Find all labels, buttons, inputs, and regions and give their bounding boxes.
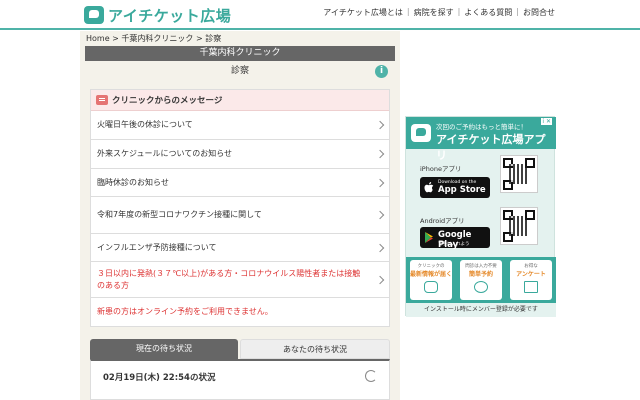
ad-choices-icon[interactable]: i ✕: [541, 118, 552, 125]
message-item[interactable]: 臨時休診のお知らせ: [91, 169, 389, 197]
nav-contact-link[interactable]: お問合せ: [523, 7, 555, 18]
app-advertisement[interactable]: 次回のご予約はもっと簡単に！ アイチケット広場アプリ i ✕ iPhoneアプリ…: [405, 116, 556, 317]
logo-mark-icon: [84, 6, 104, 24]
google-play-icon: [425, 232, 433, 243]
chevron-right-icon: [375, 275, 385, 284]
message-item-text: 火曜日午後の休診について: [97, 120, 193, 129]
apple-icon: [424, 182, 434, 193]
feature-booking: 問診は入力不要 簡単予約: [460, 260, 502, 300]
message-item[interactable]: 外来スケジュールについてのお知らせ: [91, 140, 389, 169]
site-header: アイチケット広場 アイチケット広場とは | 病院を探す | よくある質問 | お…: [0, 0, 640, 30]
tab-my-status[interactable]: あなたの待ち状況: [240, 339, 390, 359]
ios-qr-code: [500, 155, 538, 193]
top-nav: アイチケット広場とは | 病院を探す | よくある質問 | お問合せ: [323, 7, 555, 18]
wait-status-panel: 02月19日(木) 22:54の状況: [90, 359, 390, 400]
message-item[interactable]: インフルエンザ予防接種について: [91, 234, 389, 262]
clinic-messages-panel: クリニックからのメッセージ 火曜日午後の休診について 外来スケジュールについての…: [90, 89, 390, 327]
refresh-icon[interactable]: [365, 370, 377, 382]
chevron-right-icon: [375, 149, 385, 159]
app-logo-icon: [411, 124, 431, 142]
gift-icon: [524, 281, 538, 293]
android-app-label: Androidアプリ: [420, 217, 465, 225]
app-features: クリニックの 最新情報が届く 問診は入力不要 簡単予約 お得な アンケート: [406, 257, 556, 303]
nav-separator: |: [516, 7, 519, 16]
nav-separator: |: [457, 7, 461, 16]
chevron-right-icon: [375, 120, 385, 130]
android-qr-code: [500, 207, 538, 245]
message-item[interactable]: 火曜日午後の休診について: [91, 111, 389, 140]
feature-title: 最新情報が届く: [410, 271, 453, 278]
chevron-right-icon: [375, 210, 385, 220]
message-bubble-icon: [96, 95, 108, 105]
message-item[interactable]: 令和7年度の新型コロナワクチン接種に関して: [91, 197, 389, 234]
chevron-right-icon: [375, 243, 385, 252]
play-big-text: Google Play: [438, 230, 472, 250]
message-item[interactable]: ３日以内に発熱(３７℃以上)がある方・コロナウイルス陽性者または接触のある方: [91, 262, 389, 298]
feature-news: クリニックの 最新情報が届く: [410, 260, 452, 300]
feature-title: アンケート: [516, 271, 546, 278]
chevron-right-icon: [375, 178, 385, 187]
site-logo[interactable]: アイチケット広場: [84, 4, 231, 26]
message-item-text: 外来スケジュールについてのお知らせ: [97, 149, 233, 158]
tab-current-status[interactable]: 現在の待ち状況: [90, 339, 238, 359]
page-subtitle: 診察: [85, 61, 395, 83]
feature-survey: お得な アンケート: [510, 260, 552, 300]
info-icon[interactable]: i: [375, 65, 388, 78]
breadcrumb[interactable]: Home > 千葉内科クリニック > 診察: [86, 33, 221, 44]
feature-title: 簡単予約: [468, 271, 493, 278]
iphone-app-label: iPhoneアプリ: [420, 165, 462, 173]
appstore-big-text: App Store: [438, 185, 486, 195]
ad-footer-note: インストール時にメンバー登録が必要です: [406, 303, 556, 317]
play-small-text: で手に入れよう: [438, 242, 470, 247]
status-timestamp: 02月19日(木) 22:54の状況: [103, 373, 216, 383]
message-item-text: 臨時休診のお知らせ: [97, 177, 169, 187]
logo-text: アイチケット広場: [108, 6, 232, 25]
ad-app-name: アイチケット広場アプリ: [436, 133, 546, 162]
message-item-text: ３日以内に発熱(３７℃以上)がある方・コロナウイルス陽性者または接触のある方: [97, 268, 361, 290]
nav-search-link[interactable]: 病院を探す: [414, 7, 454, 18]
app-store-button[interactable]: Download on the App Store: [420, 177, 490, 198]
nav-about-link[interactable]: アイチケット広場とは: [323, 7, 403, 18]
message-item-text: インフルエンザ予防接種について: [97, 242, 217, 252]
google-play-button[interactable]: Google Play で手に入れよう: [420, 227, 490, 250]
messages-header: クリニックからのメッセージ: [91, 90, 389, 111]
ad-banner: 次回のご予約はもっと簡単に！ アイチケット広場アプリ: [406, 117, 556, 162]
chat-icon: [424, 281, 438, 293]
nav-faq-link[interactable]: よくある質問: [464, 7, 512, 18]
clinic-name-bar: 千葉内科クリニック: [85, 46, 395, 61]
message-item-text: 新患の方はオンライン予約をご利用できません。: [97, 307, 273, 316]
ad-tagline: 次回のご予約はもっと簡単に！: [436, 123, 527, 131]
nav-separator: |: [406, 7, 410, 16]
wait-status-tabs: 現在の待ち状況 あなたの待ち状況: [90, 339, 390, 359]
stethoscope-icon: [474, 281, 488, 293]
message-item: 新患の方はオンライン予約をご利用できません。: [91, 298, 389, 326]
message-item-text: 令和7年度の新型コロナワクチン接種に関して: [97, 210, 262, 219]
messages-heading: クリニックからのメッセージ: [112, 96, 223, 106]
